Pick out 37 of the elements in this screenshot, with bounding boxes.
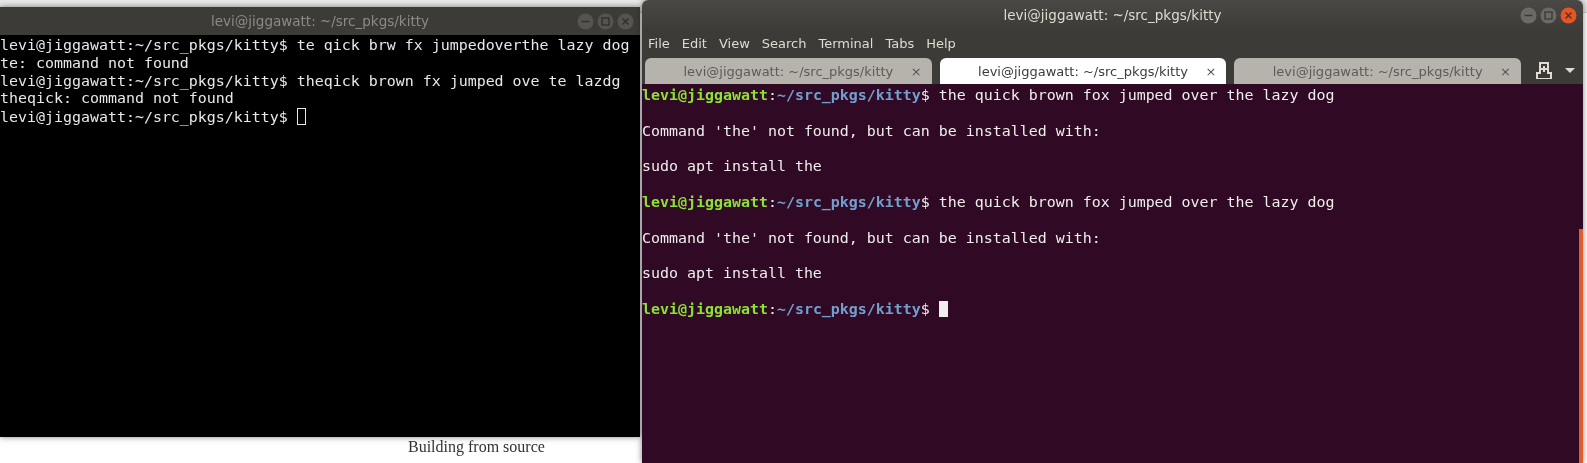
window-title: levi@jiggawatt: ~/src_pkgs/kitty xyxy=(1003,7,1222,23)
menu-item[interactable]: File xyxy=(642,35,676,51)
tab-close-button[interactable]: × xyxy=(1205,63,1217,79)
terminal-line: Command 'the' not found, but can be installed with: xyxy=(642,121,1101,140)
terminal-line: te: command not found xyxy=(0,53,189,72)
terminal-line: levi@jiggawatt:~/src_pkgs/kitty$ the quick brown fox jumped over the lazy dog xyxy=(642,86,1335,104)
terminal-tab[interactable]: levi@jiggawatt: ~/src_pkgs/kitty × xyxy=(1234,58,1521,84)
tab-close-button[interactable]: × xyxy=(910,63,922,79)
terminal-line: levi@jiggawatt:~/src_pkgs/kitty$ theqick brown fx jumped ove te lazdg xyxy=(0,71,621,90)
menu-item[interactable]: Help xyxy=(920,35,962,51)
terminal-line: theqick: command not found xyxy=(0,89,234,108)
terminal-line: levi@jiggawatt:~/src_pkgs/kitty$ xyxy=(642,300,930,319)
page-heading: Building from source xyxy=(408,438,545,456)
maximize-button[interactable] xyxy=(1540,6,1557,24)
terminal-line: levi@jiggawatt:~/src_pkgs/kitty$ xyxy=(0,108,288,127)
minimize-button[interactable] xyxy=(577,12,594,30)
window-title: levi@jiggawatt: ~/src_pkgs/kitty xyxy=(211,13,429,29)
terminal-line: sudo apt install the xyxy=(642,157,822,176)
menu-item[interactable]: Terminal xyxy=(812,35,880,51)
terminal-line: levi@jiggawatt:~/src_pkgs/kitty$ the quick brown fox jumped over the lazy dog xyxy=(642,193,1335,212)
tab-close-button[interactable]: × xyxy=(1500,63,1511,79)
menu-item[interactable]: View xyxy=(712,35,756,51)
terminal-line: sudo apt install the xyxy=(642,264,822,283)
menu-item[interactable]: Search xyxy=(755,35,813,51)
dropdown-icon[interactable] xyxy=(1565,67,1575,73)
menu-item[interactable]: Tabs xyxy=(879,35,921,51)
maximize-button[interactable] xyxy=(597,12,614,30)
minimize-button[interactable] xyxy=(1520,6,1537,24)
close-button[interactable] xyxy=(1560,6,1577,24)
close-button[interactable] xyxy=(617,12,634,30)
terminal-line: levi@jiggawatt:~/src_pkgs/kitty$ te qick brw fx jumpedoverthe lazy dog xyxy=(0,36,630,54)
menu-item[interactable]: Edit xyxy=(675,35,713,51)
terminal-tab[interactable]: levi@jiggawatt: ~/src_pkgs/kitty × xyxy=(939,58,1227,84)
new-tab-icon[interactable] xyxy=(1535,61,1553,79)
terminal-tab[interactable]: levi@jiggawatt: ~/src_pkgs/kitty × xyxy=(645,58,932,84)
terminal-line: Command 'the' not found, but can be installed with: xyxy=(642,228,1101,247)
scrollbar[interactable] xyxy=(1579,229,1583,463)
